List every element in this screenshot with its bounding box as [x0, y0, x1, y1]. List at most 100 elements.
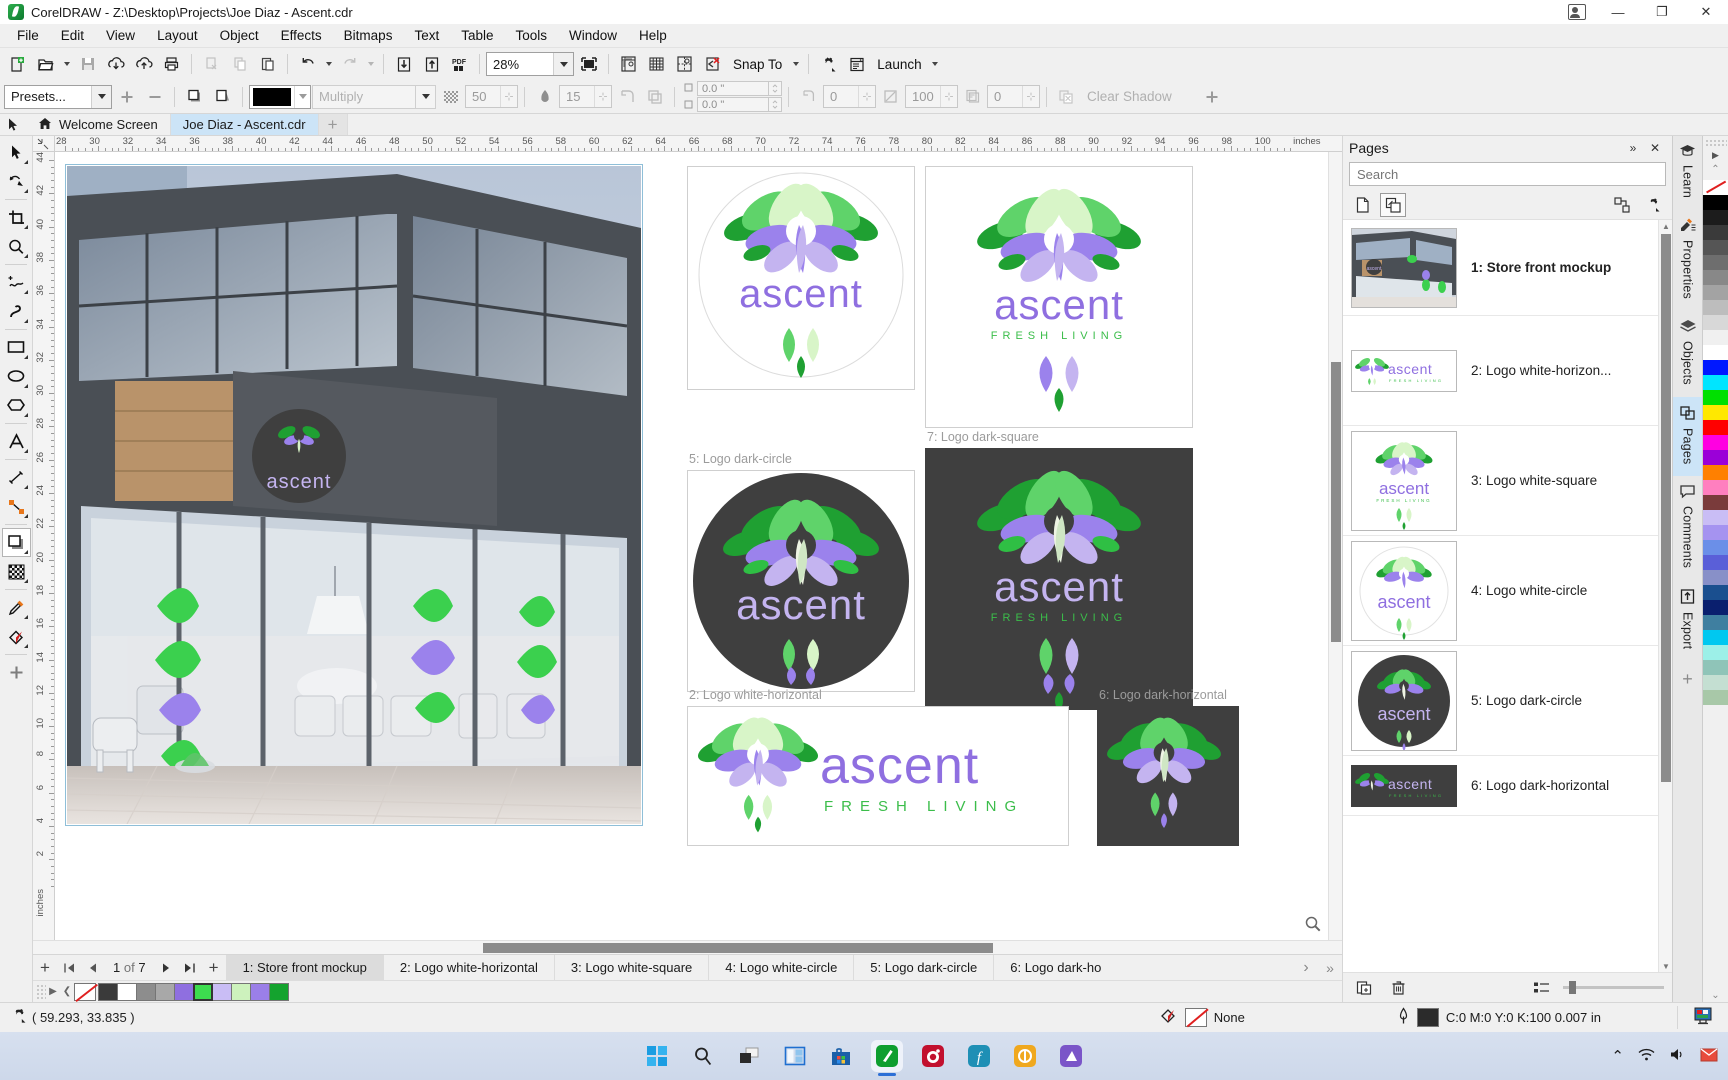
menu-bitmaps[interactable]: Bitmaps: [333, 25, 404, 46]
pages-list-scroll-up[interactable]: ▲: [1659, 220, 1672, 232]
page-thumbnail-3[interactable]: ascent FRESH LIVING: [1351, 430, 1457, 531]
clear-shadow-icon[interactable]: [1053, 84, 1080, 110]
status-gear-icon[interactable]: [10, 1007, 28, 1028]
launch-label[interactable]: Launch: [871, 57, 927, 72]
logo-dark-square-art[interactable]: ascent FRESH LIVING: [925, 448, 1193, 710]
rail-tab-properties[interactable]: Properties: [1673, 210, 1703, 311]
docker-options-icon[interactable]: [1609, 193, 1635, 217]
snap-to-label[interactable]: Snap To: [727, 57, 788, 72]
strip-swatch-33[interactable]: [1703, 690, 1728, 705]
fullscreen-preview-icon[interactable]: [575, 51, 602, 77]
strip-swatch-20[interactable]: [1703, 495, 1728, 510]
close-button[interactable]: ✕: [1684, 0, 1728, 24]
strip-swatch-17[interactable]: [1703, 450, 1728, 465]
strip-swatch-14[interactable]: [1703, 405, 1728, 420]
strip-swatch-8[interactable]: [1703, 315, 1728, 330]
shadow-fade-field[interactable]: 100 ⊹: [905, 85, 958, 108]
feather-direction-icon[interactable]: [613, 84, 640, 110]
ruler-origin-handle[interactable]: [33, 136, 55, 151]
menu-view[interactable]: View: [95, 25, 146, 46]
canvas-hscroll-thumb[interactable]: [483, 943, 993, 953]
strip-swatch-6[interactable]: [1703, 285, 1728, 300]
previous-page-button[interactable]: [81, 956, 105, 980]
strip-swatch-12[interactable]: [1703, 375, 1728, 390]
palette-swatch-2[interactable]: [117, 982, 137, 1001]
add-page-before-button[interactable]: +: [33, 956, 57, 980]
first-page-button[interactable]: [57, 956, 81, 980]
rail-tab-objects[interactable]: Objects: [1673, 311, 1703, 397]
print-icon[interactable]: [158, 51, 185, 77]
presets-combo[interactable]: Presets...: [4, 84, 112, 109]
palette-swatch-6[interactable]: [193, 982, 213, 1001]
logo-white-circle-art[interactable]: ascent: [687, 166, 915, 390]
undo-dropdown-caret[interactable]: [322, 51, 335, 77]
artistic-media-tool[interactable]: [2, 297, 31, 326]
strip-swatch-0[interactable]: [1703, 195, 1728, 210]
fontmanager-icon[interactable]: f: [963, 1040, 995, 1072]
docker-settings-gear-icon[interactable]: [1640, 193, 1666, 217]
strip-swatch-22[interactable]: [1703, 525, 1728, 540]
shadow-stretch-field[interactable]: 0 ⊹: [823, 85, 876, 108]
docker-close-button[interactable]: ✕: [1644, 138, 1666, 158]
menu-tools[interactable]: Tools: [505, 25, 559, 46]
logo-dark-horizontal-art[interactable]: [1097, 706, 1239, 846]
page-thumbnail-2[interactable]: ascent FRESH LIVING: [1351, 349, 1457, 392]
menu-layout[interactable]: Layout: [146, 25, 209, 46]
coreldraw-icon[interactable]: [871, 1040, 903, 1076]
page-list-item-2[interactable]: ascent FRESH LIVING 2: Logo white-horizo…: [1343, 316, 1672, 426]
strip-swatch-32[interactable]: [1703, 675, 1728, 690]
rail-tab-comments[interactable]: Comments: [1673, 476, 1703, 580]
list-view-icon[interactable]: [1529, 976, 1555, 1000]
page-thumbnail-1[interactable]: ascent: [1351, 227, 1457, 308]
strip-swatch-15[interactable]: [1703, 420, 1728, 435]
publish-pdf-icon[interactable]: PDF: [446, 51, 473, 77]
single-page-view-icon[interactable]: [1349, 193, 1375, 217]
widgets-icon[interactable]: [779, 1040, 811, 1072]
copy-icon[interactable]: [226, 51, 253, 77]
capture-icon[interactable]: [1009, 1040, 1041, 1072]
page-list-item-5[interactable]: ascent 5: Logo dark-circle: [1343, 646, 1672, 756]
new-document-tab-button[interactable]: +: [318, 114, 348, 135]
shadow-offset-y-spinner[interactable]: [769, 97, 782, 112]
start-button[interactable]: [641, 1040, 673, 1072]
docker-collapse-button[interactable]: »: [1622, 138, 1644, 158]
page-list-item-4[interactable]: ascent 4: Logo white-circle: [1343, 536, 1672, 646]
shadow-stretch-spinner[interactable]: ⊹: [858, 86, 875, 107]
shadow-angle-spinner[interactable]: ⊹: [1022, 86, 1039, 107]
vertical-ruler[interactable]: 44 42 40 38 36 34 32 30 28 26 24 22 20 18 16 14 12 10 8 6 4 2…: [33, 152, 55, 940]
save-document-icon[interactable]: [74, 51, 101, 77]
rail-tab-pages[interactable]: Pages: [1672, 396, 1703, 477]
tray-chevron-icon[interactable]: ⌃: [1611, 1047, 1624, 1065]
page-thumbnail-4[interactable]: ascent: [1351, 540, 1457, 641]
new-document-icon[interactable]: [4, 51, 31, 77]
export-file-icon[interactable]: [418, 51, 445, 77]
page-tab-3[interactable]: 3: Logo white-square: [553, 954, 708, 981]
ellipse-tool[interactable]: [2, 362, 31, 391]
flat-shadow-icon[interactable]: [181, 84, 208, 110]
shadow-offset-x-spinner[interactable]: [769, 81, 782, 96]
polygon-tool[interactable]: [2, 391, 31, 420]
canvas-vscroll-thumb[interactable]: [1331, 362, 1341, 642]
strip-swatch-3[interactable]: [1703, 240, 1728, 255]
pages-list-scroll-thumb[interactable]: [1661, 234, 1671, 782]
page-tab-2[interactable]: 2: Logo white-horizontal: [382, 954, 554, 981]
next-page-button[interactable]: [154, 956, 178, 980]
show-guidelines-icon[interactable]: [671, 51, 698, 77]
shadow-color-caret[interactable]: [294, 85, 310, 108]
notification-icon[interactable]: [1700, 1047, 1718, 1066]
interactive-fill-tool[interactable]: [2, 622, 31, 651]
launch-caret[interactable]: [929, 51, 942, 77]
palette-swatch-9[interactable]: [250, 982, 270, 1001]
palette-scroll-left-icon[interactable]: ❮: [60, 986, 74, 997]
strip-swatch-1[interactable]: [1703, 210, 1728, 225]
strip-swatch-28[interactable]: [1703, 615, 1728, 630]
rectangle-tool[interactable]: [2, 333, 31, 362]
shadow-color-combo[interactable]: [249, 84, 311, 109]
menu-table[interactable]: Table: [450, 25, 504, 46]
menu-help[interactable]: Help: [628, 25, 678, 46]
color-proof-status[interactable]: [1677, 1006, 1728, 1029]
transparency-tool[interactable]: [2, 557, 31, 586]
horizontal-ruler[interactable]: 28 30 32 34 36 38 40 42 44 46 48 50 52 54 56 58 60 62 64 66…: [33, 136, 1342, 152]
menu-edit[interactable]: Edit: [50, 25, 95, 46]
shadow-feather-field[interactable]: 15 ⊹: [559, 85, 612, 108]
